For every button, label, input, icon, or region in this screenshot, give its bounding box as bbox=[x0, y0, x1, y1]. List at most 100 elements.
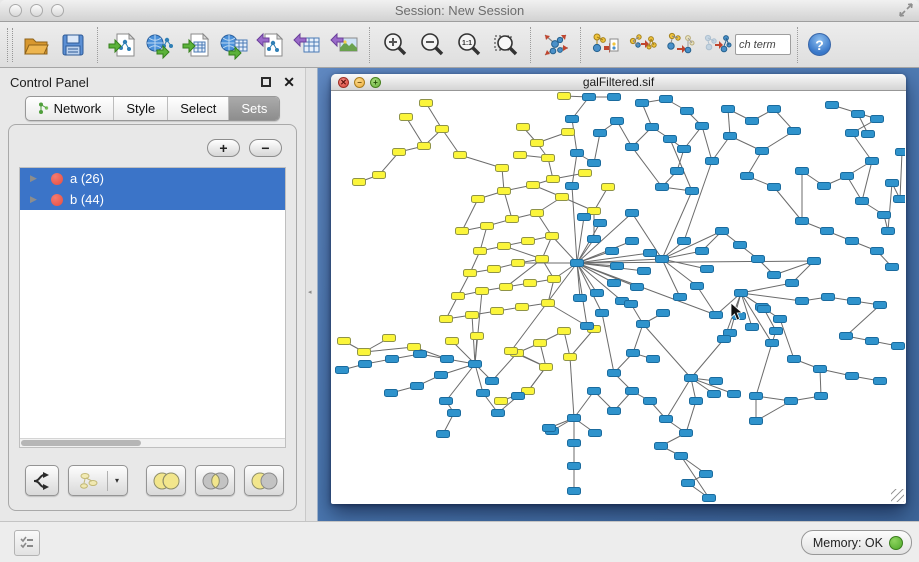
graph-node[interactable] bbox=[768, 272, 781, 279]
graph-node[interactable] bbox=[871, 116, 884, 123]
graph-node[interactable] bbox=[846, 373, 859, 380]
graph-node[interactable] bbox=[674, 294, 687, 301]
graph-node[interactable] bbox=[393, 149, 406, 156]
graph-node[interactable] bbox=[708, 391, 721, 398]
graph-node[interactable] bbox=[638, 268, 651, 275]
graph-node[interactable] bbox=[546, 233, 559, 240]
graph-node[interactable] bbox=[608, 370, 621, 377]
graph-node[interactable] bbox=[735, 290, 748, 297]
graph-node[interactable] bbox=[678, 238, 691, 245]
graph-node[interactable] bbox=[746, 324, 759, 331]
export-image-button[interactable] bbox=[326, 25, 363, 65]
minimize-network-window-button[interactable]: − bbox=[354, 77, 365, 88]
graph-node[interactable] bbox=[874, 378, 887, 385]
graph-node[interactable] bbox=[700, 471, 713, 478]
network-diff-file-button[interactable] bbox=[587, 25, 624, 65]
graph-node[interactable] bbox=[675, 453, 688, 460]
graph-node[interactable] bbox=[814, 366, 827, 373]
graph-node[interactable] bbox=[568, 488, 581, 495]
graph-node[interactable] bbox=[866, 158, 879, 165]
graph-node[interactable] bbox=[664, 136, 677, 143]
graph-node[interactable] bbox=[826, 102, 839, 109]
graph-node[interactable] bbox=[472, 196, 485, 203]
graph-node[interactable] bbox=[756, 148, 769, 155]
graph-node[interactable] bbox=[671, 168, 684, 175]
graph-node[interactable] bbox=[338, 338, 351, 345]
graph-node[interactable] bbox=[691, 283, 704, 290]
graph-node[interactable] bbox=[495, 398, 508, 405]
graph-node[interactable] bbox=[822, 294, 835, 301]
graph-node[interactable] bbox=[437, 431, 450, 438]
add-set-button[interactable]: + bbox=[207, 139, 240, 157]
graph-node[interactable] bbox=[706, 158, 719, 165]
graph-node[interactable] bbox=[420, 100, 433, 107]
graph-node[interactable] bbox=[788, 128, 801, 135]
graph-node[interactable] bbox=[527, 182, 540, 189]
graph-node[interactable] bbox=[896, 149, 906, 156]
graph-node[interactable] bbox=[718, 336, 731, 343]
graph-node[interactable] bbox=[517, 124, 530, 131]
graph-node[interactable] bbox=[566, 116, 579, 123]
task-history-button[interactable] bbox=[14, 530, 40, 556]
export-network-button[interactable] bbox=[252, 25, 289, 65]
set-difference-button[interactable] bbox=[244, 465, 284, 496]
graph-node[interactable] bbox=[471, 333, 484, 340]
graph-node[interactable] bbox=[336, 367, 349, 374]
graph-node[interactable] bbox=[710, 312, 723, 319]
graph-node[interactable] bbox=[547, 176, 560, 183]
graph-node[interactable] bbox=[386, 356, 399, 363]
tab-network[interactable]: Network bbox=[26, 97, 115, 120]
graph-node[interactable] bbox=[568, 463, 581, 470]
graph-node[interactable] bbox=[581, 323, 594, 330]
graph-node[interactable] bbox=[448, 410, 461, 417]
graph-node[interactable] bbox=[682, 480, 695, 487]
graph-node[interactable] bbox=[534, 340, 547, 347]
import-network-url-button[interactable] bbox=[141, 25, 178, 65]
graph-node[interactable] bbox=[710, 378, 723, 385]
set-row-b[interactable]: ▶ b (44) bbox=[20, 189, 285, 210]
graph-node[interactable] bbox=[660, 96, 673, 103]
graph-node[interactable] bbox=[602, 184, 615, 191]
graph-node[interactable] bbox=[383, 335, 396, 342]
graph-node[interactable] bbox=[626, 144, 639, 151]
graph-node[interactable] bbox=[815, 393, 828, 400]
graph-node[interactable] bbox=[680, 430, 693, 437]
graph-node[interactable] bbox=[703, 495, 716, 502]
graph-node[interactable] bbox=[734, 242, 747, 249]
graph-node[interactable] bbox=[543, 425, 556, 432]
graph-node[interactable] bbox=[785, 398, 798, 405]
graph-node[interactable] bbox=[469, 361, 482, 368]
graph-node[interactable] bbox=[474, 248, 487, 255]
graph-node[interactable] bbox=[637, 321, 650, 328]
graph-node[interactable] bbox=[608, 280, 621, 287]
graph-node[interactable] bbox=[486, 378, 499, 385]
graph-node[interactable] bbox=[498, 243, 511, 250]
set-row-a[interactable]: ▶ a (26) bbox=[20, 168, 285, 189]
graph-node[interactable] bbox=[408, 344, 421, 351]
graph-node[interactable] bbox=[476, 288, 489, 295]
graph-node[interactable] bbox=[681, 108, 694, 115]
graph-node[interactable] bbox=[568, 415, 581, 422]
graph-node[interactable] bbox=[846, 238, 859, 245]
graph-node[interactable] bbox=[874, 302, 887, 309]
graph-node[interactable] bbox=[660, 416, 673, 423]
graph-node[interactable] bbox=[571, 150, 584, 157]
set-intersection-button[interactable] bbox=[195, 465, 235, 496]
graph-node[interactable] bbox=[477, 390, 490, 397]
graph-node[interactable] bbox=[556, 194, 569, 201]
graph-node[interactable] bbox=[786, 280, 799, 287]
set-union-button[interactable] bbox=[146, 465, 186, 496]
graph-node[interactable] bbox=[440, 316, 453, 323]
graph-node[interactable] bbox=[568, 440, 581, 447]
graph-node[interactable] bbox=[491, 308, 504, 315]
graph-node[interactable] bbox=[583, 94, 596, 101]
graph-node[interactable] bbox=[627, 350, 640, 357]
graph-node[interactable] bbox=[446, 338, 459, 345]
graph-node[interactable] bbox=[542, 300, 555, 307]
graph-node[interactable] bbox=[506, 216, 519, 223]
network-window[interactable]: ✕ − + galFiltered.sif bbox=[331, 74, 906, 504]
graph-node[interactable] bbox=[626, 238, 639, 245]
graph-node[interactable] bbox=[646, 124, 659, 131]
graph-node[interactable] bbox=[788, 356, 801, 363]
graph-node[interactable] bbox=[594, 130, 607, 137]
